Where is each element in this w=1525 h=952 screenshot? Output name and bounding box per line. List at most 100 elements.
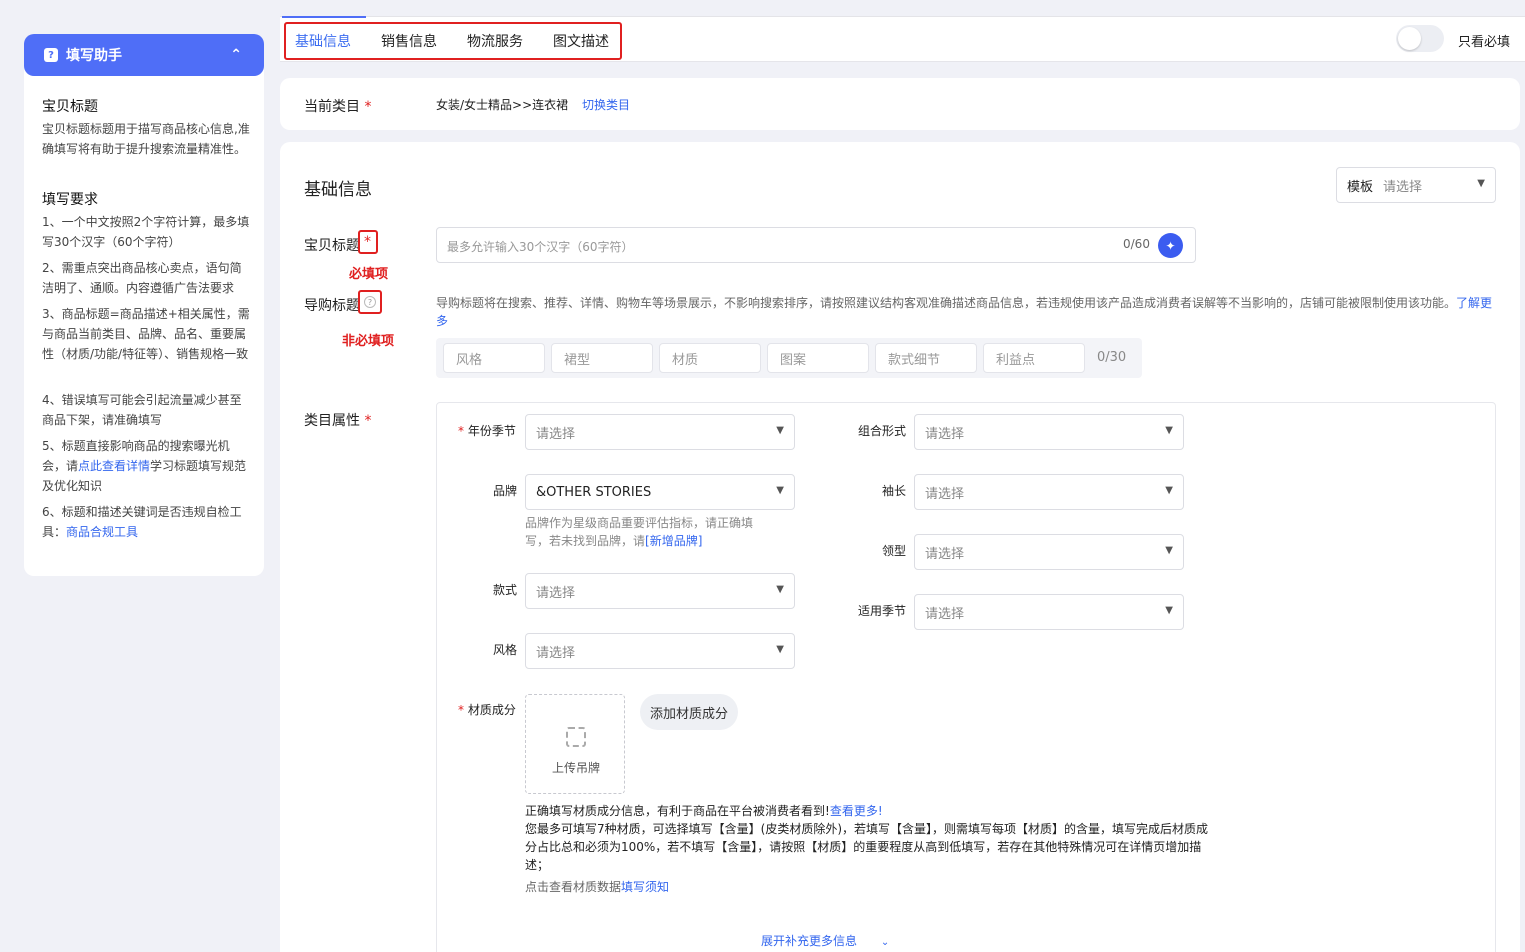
template-label: 模板 (1347, 179, 1374, 195)
chip-material[interactable]: 材质 (659, 343, 761, 373)
tab-sales-info[interactable]: 销售信息 (381, 31, 437, 51)
tab-basic-info[interactable]: 基础信息 (295, 31, 351, 51)
required-mark: * (458, 703, 464, 717)
season-select[interactable]: 请选择 ▼ (914, 594, 1184, 630)
combo-label: 组合形式 (858, 424, 907, 438)
chevron-down-icon: ▼ (776, 644, 784, 655)
chevron-down-icon: ▼ (1477, 178, 1485, 189)
expand-more-button[interactable]: 展开补充更多信息 ⌄ (761, 932, 889, 949)
title-label: 宝贝标题 (304, 238, 360, 254)
select-value: 请选择 (925, 486, 965, 502)
collar-select[interactable]: 请选择 ▼ (914, 534, 1184, 570)
select-value: 请选择 (536, 426, 576, 442)
helper-rule: 2、需重点突出商品核心卖点，语句简洁明了、通顺。内容遵循广告法要求 (42, 261, 242, 295)
year-season-select[interactable]: 请选择 ▼ (525, 414, 795, 450)
expand-label: 展开补充更多信息 (761, 934, 858, 948)
brand-select[interactable]: &OTHER STORIES ▼ (525, 474, 795, 510)
select-value: &OTHER STORIES (536, 484, 652, 500)
toggle-label: 只看必填 (1458, 35, 1511, 50)
sleeve-select[interactable]: 请选择 ▼ (914, 474, 1184, 510)
title-placeholder: 最多允许输入30个汉字（60字符） (447, 240, 634, 254)
switch-category-link[interactable]: 切换类目 (582, 96, 630, 113)
required-mark: * (364, 234, 371, 250)
collar-label: 领型 (882, 544, 907, 558)
required-mark: * (364, 99, 372, 115)
chip-style[interactable]: 风格 (443, 343, 545, 373)
see-more-link[interactable]: 查看更多! (830, 804, 883, 818)
material-line2: 您最多可填写7种材质，可选择填写【含量】(皮类材质除外)，若填写【含量】，则需填… (525, 822, 1209, 872)
chevron-down-icon: ▼ (776, 425, 784, 436)
chevron-down-icon: ⌄ (880, 937, 890, 948)
helper-section-title: 宝贝标题 (42, 99, 98, 115)
helper-rule: 4、错误填写可能会引起流量减少甚至商品下架，请准确填写 (42, 393, 242, 427)
material-info: 正确填写材质成分信息，有利于商品在平台被消费者看到!查看更多! 您最多可填写7种… (525, 802, 1215, 874)
style-cut-select[interactable]: 请选择 ▼ (525, 573, 795, 609)
brand-hint-line1: 品牌作为星级商品重要评估指标，请正确填 (525, 516, 754, 530)
compliance-tool-link[interactable]: 商品合规工具 (66, 525, 138, 539)
required-only-toggle[interactable] (1396, 25, 1444, 52)
chevron-down-icon: ▼ (776, 485, 784, 496)
attributes-label-text: 类目属性 (304, 413, 360, 429)
chip-skirt-type[interactable]: 裙型 (551, 343, 653, 373)
required-mark: * (364, 413, 372, 429)
fill-notice-link[interactable]: 填写须知 (621, 880, 669, 894)
combo-select[interactable]: 请选择 ▼ (914, 414, 1184, 450)
top-divider (280, 16, 1525, 17)
required-mark: * (458, 424, 464, 438)
select-value: 请选择 (925, 546, 965, 562)
upload-tag-button[interactable]: 上传吊牌 (525, 694, 625, 794)
chevron-down-icon: ▼ (1165, 425, 1173, 436)
sleeve-label: 袖长 (882, 484, 907, 498)
add-material-button[interactable]: 添加材质成分 (640, 694, 738, 730)
year-season-label-text: 年份季节 (467, 424, 516, 438)
guide-title-hint: 导购标题将在搜索、推荐、详情、购物车等场景展示，不影响搜索排序，请按照建议结构客… (436, 294, 1496, 330)
material-notice-text: 点击查看材质数据 (525, 880, 622, 894)
helper-rule-6: 6、标题和描述关键词是否违规自检工具：商品合规工具 (42, 502, 252, 542)
helper-rules-title: 填写要求 (42, 192, 98, 208)
helper-rule: 1、一个中文按照2个字符计算，最多填写30个汉字（60个字符） (42, 215, 250, 249)
helper-title: 填写助手 (66, 48, 122, 64)
toggle-knob (1398, 27, 1421, 50)
new-brand-link[interactable]: [新增品牌] (645, 534, 702, 548)
chip-detail[interactable]: 款式细节 (875, 343, 977, 373)
select-value: 请选择 (536, 585, 576, 601)
chevron-up-icon[interactable]: ⌃ (230, 47, 242, 63)
guide-title-label: 导购标题 (304, 298, 360, 314)
helper-section-desc: 宝贝标题标题用于描写商品核心信息,准确填写将有助于提升搜索流量精准性。 (42, 122, 250, 156)
category-value: 女装/女士精品>>连衣裙 (436, 98, 569, 112)
chevron-down-icon: ▼ (776, 584, 784, 595)
chip-pattern[interactable]: 图案 (767, 343, 869, 373)
title-input[interactable]: 最多允许输入30个汉字（60字符） 0/60 ✦ (436, 227, 1196, 263)
template-select[interactable]: 模板 请选择 ▼ (1336, 167, 1496, 203)
category-label-text: 当前类目 (304, 99, 360, 115)
select-value: 请选择 (925, 606, 965, 622)
style-select[interactable]: 请选择 ▼ (525, 633, 795, 669)
year-season-label: * 年份季节 (458, 422, 516, 439)
ai-assist-icon[interactable]: ✦ (1158, 233, 1183, 258)
chevron-down-icon: ▼ (1165, 605, 1173, 616)
title-counter: 0/60 (1123, 237, 1150, 251)
material-label: * 材质成分 (458, 701, 516, 718)
style-label: 风格 (493, 643, 518, 657)
active-tab-indicator (282, 16, 366, 18)
chip-benefit[interactable]: 利益点 (983, 343, 1085, 373)
chevron-down-icon: ▼ (1165, 545, 1173, 556)
brand-label: 品牌 (493, 484, 518, 498)
guide-counter: 0/30 (1097, 350, 1127, 365)
season-label: 适用季节 (858, 604, 907, 618)
helper-rule: 3、商品标题=商品描述+相关属性，需与商品当前类目、品牌、品名、重要属性（材质/… (42, 307, 250, 361)
question-icon: ? (44, 48, 58, 62)
upload-label: 上传吊牌 (552, 761, 601, 775)
select-value: 请选择 (925, 426, 965, 442)
tab-description[interactable]: 图文描述 (553, 31, 609, 51)
rule5-link[interactable]: 点此查看详情 (78, 459, 150, 473)
tab-logistics[interactable]: 物流服务 (467, 31, 523, 51)
style-cut-label: 款式 (493, 583, 518, 597)
chevron-down-icon: ▼ (1165, 485, 1173, 496)
section-title: 基础信息 (304, 180, 372, 200)
help-icon[interactable]: ? (364, 296, 376, 308)
optional-annotation: 非必填项 (342, 334, 395, 349)
category-label: 当前类目 * (304, 96, 371, 116)
guide-hint-text: 导购标题将在搜索、推荐、详情、购物车等场景展示，不影响搜索排序，请按照建议结构客… (436, 296, 1457, 310)
helper-header[interactable]: ? 填写助手 ⌃ (24, 34, 264, 76)
